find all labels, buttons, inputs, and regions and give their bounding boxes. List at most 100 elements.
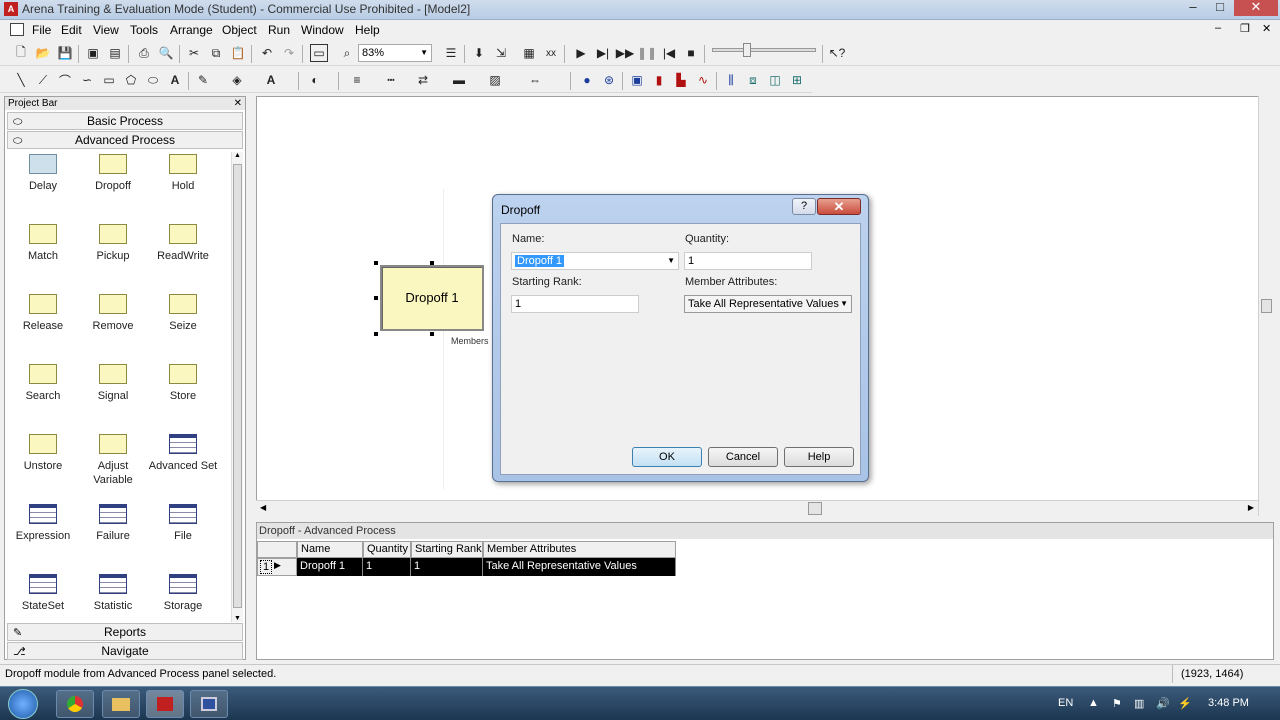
layers-icon[interactable]: ☰	[442, 44, 460, 62]
arena-icon[interactable]: A	[4, 2, 18, 16]
clock[interactable]: 3:48 PM	[1208, 697, 1249, 709]
scroll-left-icon[interactable]: ◀	[260, 503, 266, 512]
new-icon[interactable]: 🗋	[12, 44, 30, 62]
panel-advanced-process[interactable]: ⬭ Advanced Process	[7, 131, 243, 149]
module-item[interactable]: Dropoff	[78, 154, 148, 224]
column-header[interactable]: Starting Rank	[411, 541, 483, 558]
help-button[interactable]: Help	[784, 447, 854, 467]
line-pattern-icon[interactable]: ▬	[450, 71, 468, 89]
module-item[interactable]: Failure	[78, 504, 148, 574]
app-taskbar-icon[interactable]	[190, 690, 228, 718]
queue-icon[interactable]: ⫼	[722, 71, 740, 89]
module-item[interactable]: Seize	[148, 294, 218, 364]
selection-handle[interactable]	[374, 261, 378, 265]
power-icon[interactable]: ⚡	[1178, 697, 1192, 710]
module-item[interactable]: Delay	[8, 154, 78, 224]
name-combobox[interactable]: Dropoff 1 ▼	[511, 252, 679, 270]
chrome-taskbar-icon[interactable]	[56, 690, 94, 718]
date-icon[interactable]: ⊛	[600, 71, 618, 89]
text-color-icon[interactable]: A	[262, 71, 280, 89]
module-item[interactable]: Store	[148, 364, 218, 434]
language-indicator[interactable]: EN	[1058, 697, 1073, 709]
text-icon[interactable]: A	[166, 71, 184, 89]
network-icon[interactable]: ▥	[1134, 697, 1144, 710]
column-header[interactable]: Member Attributes	[483, 541, 676, 558]
scroll-thumb[interactable]	[808, 502, 822, 515]
member-attributes-select[interactable]: Take All Representative Values ▼	[684, 295, 852, 313]
step-icon[interactable]: ▶|	[594, 44, 612, 62]
module-item[interactable]: Match	[8, 224, 78, 294]
scroll-up-icon[interactable]: ▲	[232, 152, 243, 159]
line-style-icon[interactable]: ┅	[382, 71, 400, 89]
cancel-button[interactable]: Cancel	[708, 447, 778, 467]
line-color-icon[interactable]: ✎	[194, 71, 212, 89]
scroll-right-icon[interactable]: ▶	[1248, 503, 1254, 512]
menu-view[interactable]: View	[93, 23, 119, 37]
module-item[interactable]: Unstore	[8, 434, 78, 504]
scroll-thumb[interactable]	[1261, 299, 1272, 313]
cell-quantity[interactable]: 1	[363, 558, 411, 576]
close-icon[interactable]: ✕	[234, 97, 242, 110]
connect-icon[interactable]: ⬇	[470, 44, 488, 62]
zoom-select[interactable]: 83% ▼	[358, 44, 432, 62]
level-icon[interactable]: ▮	[650, 71, 668, 89]
template-detach-icon[interactable]: ▤	[106, 44, 124, 62]
paste-icon[interactable]: 📋	[229, 44, 247, 62]
bezier-icon[interactable]: ∽	[78, 71, 96, 89]
menu-arrange[interactable]: Arrange	[170, 23, 213, 37]
mdi-close-icon[interactable]: ✕	[1262, 22, 1271, 35]
table-row-header[interactable]: 1 ▶	[257, 558, 297, 576]
cell-member-attributes[interactable]: Take All Representative Values	[483, 558, 676, 576]
fast-forward-icon[interactable]: ▶▶	[616, 44, 634, 62]
background-icon[interactable]: ◐	[306, 71, 324, 89]
copy-icon[interactable]: ⧉	[207, 44, 225, 62]
panel-basic-process[interactable]: ⬭ Basic Process	[7, 112, 243, 130]
selection-handle[interactable]	[430, 261, 434, 265]
mdi-restore-icon[interactable]: ❐	[1240, 22, 1250, 35]
selection-handle[interactable]	[374, 332, 378, 336]
resource-icon[interactable]: ⧈	[744, 71, 762, 89]
menu-object[interactable]: Object	[222, 23, 257, 37]
redo-icon[interactable]: ↷	[280, 44, 298, 62]
arrow-style-icon[interactable]: ⇄	[414, 71, 432, 89]
template-attach-icon[interactable]: ▣	[84, 44, 102, 62]
start-over-icon[interactable]: |◀	[660, 44, 678, 62]
explorer-taskbar-icon[interactable]	[102, 690, 140, 718]
module-item[interactable]: Remove	[78, 294, 148, 364]
close-button[interactable]: ✕	[1234, 0, 1278, 16]
polygon-icon[interactable]: ⬠	[122, 71, 140, 89]
ok-button[interactable]: OK	[632, 447, 702, 467]
line-width-icon[interactable]: ≡	[348, 71, 366, 89]
save-icon[interactable]: 💾	[56, 44, 74, 62]
zoom-icon[interactable]: ⌕	[338, 44, 356, 62]
module-item[interactable]: Release	[8, 294, 78, 364]
ellipse-icon[interactable]: ⬭	[144, 71, 162, 89]
open-icon[interactable]: 📂	[34, 44, 52, 62]
doc-icon[interactable]	[10, 23, 24, 36]
pause-icon[interactable]: ❚❚	[637, 44, 657, 62]
minimize-button[interactable]: –	[1180, 0, 1206, 16]
module-item[interactable]: File	[148, 504, 218, 574]
menu-window[interactable]: Window	[301, 23, 344, 37]
mdi-minimize-icon[interactable]: –	[1215, 22, 1221, 34]
chevron-down-icon[interactable]: ▼	[667, 253, 675, 269]
panel-reports[interactable]: ✎ Reports	[7, 623, 243, 641]
maximize-button[interactable]: □	[1207, 0, 1233, 16]
menu-help[interactable]: Help	[355, 23, 380, 37]
undo-icon[interactable]: ↶	[258, 44, 276, 62]
fill-color-icon[interactable]: ◈	[228, 71, 246, 89]
menu-run[interactable]: Run	[268, 23, 290, 37]
dropoff-module-shape[interactable]: Dropoff 1	[380, 265, 484, 331]
histogram-icon[interactable]: ▙	[672, 71, 690, 89]
palette-scrollbar[interactable]: ▲ ▼	[231, 152, 243, 622]
column-header[interactable]: Name	[297, 541, 363, 558]
module-item[interactable]: Search	[8, 364, 78, 434]
clock-icon[interactable]: ●	[578, 71, 596, 89]
cut-icon[interactable]: ✂	[185, 44, 203, 62]
animate-connectors-icon[interactable]: ⇔	[526, 71, 544, 89]
module-item[interactable]: Pickup	[78, 224, 148, 294]
menu-tools[interactable]: Tools	[130, 23, 158, 37]
action-center-icon[interactable]: ⚑	[1112, 697, 1122, 710]
scroll-down-icon[interactable]: ▼	[232, 615, 243, 622]
tray-expand-icon[interactable]: ▲	[1088, 697, 1099, 709]
